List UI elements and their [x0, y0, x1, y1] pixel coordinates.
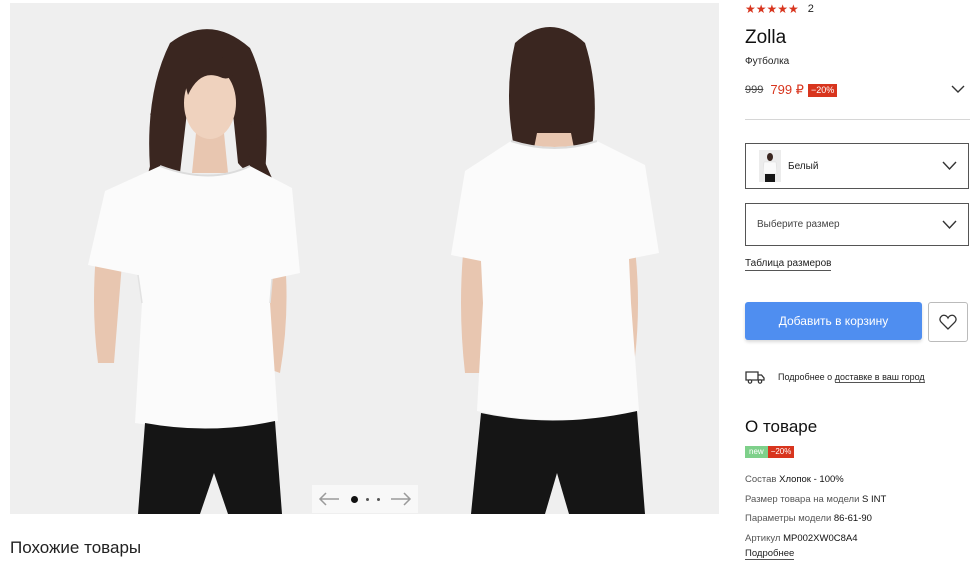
chevron-down-icon [942, 161, 957, 171]
product-badges: new −20% [745, 446, 795, 458]
rating-stars: ★★★★★ [745, 2, 799, 16]
product-photo-back[interactable] [365, 3, 719, 514]
divider [745, 119, 970, 120]
old-price: 999 [745, 84, 764, 96]
color-select[interactable]: Белый [745, 143, 969, 189]
color-thumbnail-image [759, 150, 781, 182]
favorite-button[interactable] [928, 302, 968, 342]
similar-products-title: Похожие товары [10, 538, 142, 557]
rating-count: 2 [807, 3, 814, 15]
brand-name[interactable]: Zolla [745, 27, 786, 49]
spec-label: Параметры модели [745, 513, 834, 524]
discount-badge: −20% [807, 83, 838, 97]
current-price: 799 ₽ [770, 82, 804, 97]
model-front-image [10, 3, 364, 514]
color-select-value: Белый [788, 160, 819, 172]
delivery-text: Подробнее о доставке в ваш город [778, 372, 925, 383]
gallery-pager [312, 485, 418, 513]
pager-dot-2[interactable] [365, 497, 369, 501]
spec-value: 86-61-90 [833, 513, 872, 524]
product-info-panel: ★★★★★ 2 Zolla Футболка 999 799 ₽ −20% Бе… [745, 0, 970, 567]
delivery-link[interactable]: доставке в ваш город [834, 372, 925, 383]
pager-dots [350, 495, 380, 503]
spec-value: Хлопок - 100% [779, 474, 844, 485]
spec-label: Размер товара на модели [745, 493, 863, 505]
arrow-left-icon[interactable] [318, 492, 340, 506]
price-row: 999 799 ₽ −20% [745, 82, 838, 98]
heart-icon [939, 314, 957, 330]
spec-value: S INT [862, 493, 887, 505]
model-back-image [365, 3, 719, 514]
product-rating[interactable]: ★★★★★ 2 [745, 2, 814, 16]
product-photo-front[interactable] [10, 3, 364, 514]
discount-badge-small: −20% [767, 446, 795, 458]
new-badge: new [745, 446, 768, 458]
pager-dot-1[interactable] [350, 495, 358, 503]
spec-row-model-size: Размер товара на модели S INT [745, 490, 886, 510]
about-product-title: О товаре [745, 417, 818, 436]
spec-row-model-params: Параметры модели 86-61-90 [745, 509, 886, 529]
truck-icon [745, 371, 765, 384]
product-gallery [10, 3, 719, 514]
pager-dot-3[interactable] [376, 497, 380, 501]
product-category: Футболка [745, 56, 790, 67]
spec-label: Состав [745, 474, 780, 485]
spec-value: MP002XW0C8A4 [783, 532, 858, 544]
arrow-right-icon[interactable] [390, 492, 412, 506]
chevron-down-icon[interactable] [951, 85, 965, 94]
add-to-cart-button[interactable]: Добавить в корзину [745, 302, 922, 340]
color-swatch-thumbnail [759, 150, 781, 182]
more-details-link[interactable]: Подробнее [745, 548, 795, 560]
delivery-info: Подробнее о доставке в ваш город [745, 370, 925, 384]
spec-row-composition: Состав Хлопок - 100% [745, 470, 886, 490]
size-select-placeholder: Выберите размер [757, 219, 840, 230]
spec-row-article: Артикул MP002XW0C8A4 [745, 529, 886, 549]
delivery-prefix: Подробнее о [778, 372, 835, 382]
product-specs: Состав Хлопок - 100% Размер товара на мо… [745, 470, 886, 548]
spec-label: Артикул [745, 532, 784, 544]
size-table-link[interactable]: Таблица размеров [745, 258, 832, 271]
chevron-down-icon [942, 220, 957, 229]
size-select[interactable]: Выберите размер [745, 203, 969, 246]
